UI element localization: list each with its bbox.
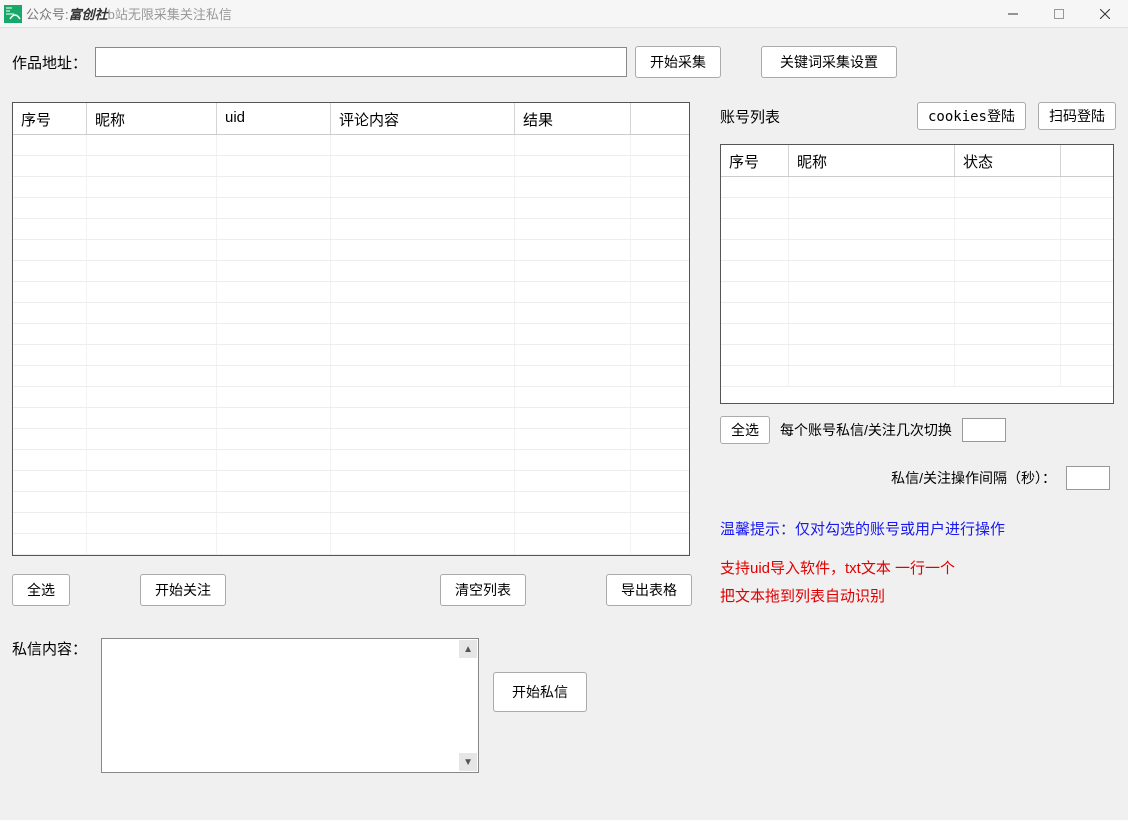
col-result[interactable]: 结果 [515,103,631,134]
table-row[interactable] [13,345,689,366]
acct-col-nickname[interactable]: 昵称 [789,145,955,176]
comments-table-header: 序号 昵称 uid 评论内容 结果 [13,103,689,135]
col-uid[interactable]: uid [217,103,331,134]
window-controls [990,0,1128,27]
account-list-label: 账号列表 [720,106,780,127]
table-row[interactable] [13,177,689,198]
start-collect-button[interactable]: 开始采集 [635,46,721,78]
window-title: 公众号: 富创社 b站无限采集关注私信 [26,4,232,23]
table-row[interactable] [721,303,1113,324]
table-row[interactable] [13,387,689,408]
acct-col-index[interactable]: 序号 [721,145,789,176]
table-row[interactable] [721,324,1113,345]
scan-login-button[interactable]: 扫码登陆 [1038,102,1116,130]
app-icon [4,5,22,23]
col-empty [631,103,689,134]
select-all-right-button[interactable]: 全选 [720,416,770,444]
titlebar: 公众号: 富创社 b站无限采集关注私信 [0,0,1128,28]
message-textarea[interactable] [101,638,479,773]
url-input[interactable] [95,47,627,77]
table-row[interactable] [721,345,1113,366]
export-table-button[interactable]: 导出表格 [606,574,692,606]
table-row[interactable] [13,534,689,555]
comments-table-body[interactable] [13,135,689,555]
table-row[interactable] [13,198,689,219]
table-row[interactable] [13,303,689,324]
minimize-button[interactable] [990,0,1036,27]
url-label: 作品地址： [12,52,87,73]
acct-col-status[interactable]: 状态 [955,145,1061,176]
col-comment[interactable]: 评论内容 [331,103,515,134]
start-follow-button[interactable]: 开始关注 [140,574,226,606]
table-row[interactable] [721,366,1113,387]
tip-warm: 温馨提示：仅对勾选的账号或用户进行操作 [720,518,1116,539]
close-button[interactable] [1082,0,1128,27]
start-message-button[interactable]: 开始私信 [493,672,587,712]
clear-list-button[interactable]: 清空列表 [440,574,526,606]
switch-count-input[interactable] [962,418,1006,442]
message-label: 私信内容： [12,638,87,659]
table-row[interactable] [721,177,1113,198]
table-row[interactable] [721,282,1113,303]
table-row[interactable] [13,513,689,534]
accounts-table[interactable]: 序号 昵称 状态 [720,144,1114,404]
table-row[interactable] [13,261,689,282]
table-row[interactable] [13,282,689,303]
table-row[interactable] [13,408,689,429]
table-row[interactable] [13,471,689,492]
interval-label: 私信/关注操作间隔（秒）： [891,468,1056,488]
interval-input[interactable] [1066,466,1110,490]
table-row[interactable] [721,219,1113,240]
table-row[interactable] [13,450,689,471]
textarea-scroll-down-icon[interactable]: ▼ [459,753,477,771]
table-row[interactable] [13,492,689,513]
col-nickname[interactable]: 昵称 [87,103,217,134]
maximize-button[interactable] [1036,0,1082,27]
keyword-settings-button[interactable]: 关键词采集设置 [761,46,897,78]
table-row[interactable] [721,240,1113,261]
switch-count-label: 每个账号私信/关注几次切换 [780,420,952,440]
textarea-scroll-up-icon[interactable]: ▲ [459,640,477,658]
table-row[interactable] [13,366,689,387]
table-row[interactable] [13,429,689,450]
tip-red: 支持uid导入软件，txt文本 一行一个 把文本拖到列表自动识别 [720,555,1116,611]
accounts-table-header: 序号 昵称 状态 [721,145,1113,177]
table-row[interactable] [13,156,689,177]
tip-red-line1: 支持uid导入软件，txt文本 一行一个 [720,555,1116,583]
table-row[interactable] [13,135,689,156]
table-row[interactable] [721,261,1113,282]
acct-col-empty [1061,145,1113,176]
comments-table[interactable]: 序号 昵称 uid 评论内容 结果 [12,102,690,556]
table-row[interactable] [721,198,1113,219]
accounts-table-body[interactable] [721,177,1113,403]
select-all-left-button[interactable]: 全选 [12,574,70,606]
cookies-login-button[interactable]: cookies登陆 [917,102,1026,130]
col-index[interactable]: 序号 [13,103,87,134]
table-row[interactable] [13,240,689,261]
table-row[interactable] [13,219,689,240]
tip-red-line2: 把文本拖到列表自动识别 [720,583,1116,611]
table-row[interactable] [13,324,689,345]
